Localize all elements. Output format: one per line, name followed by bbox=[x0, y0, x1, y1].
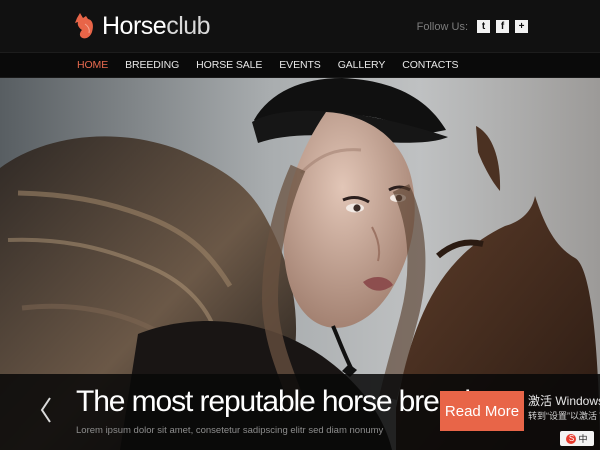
follow-us-label: Follow Us: bbox=[416, 20, 468, 33]
read-more-button[interactable]: Read More bbox=[440, 391, 524, 431]
follow-us: Follow Us: t f + bbox=[417, 20, 528, 33]
nav-contacts[interactable]: CONTACTS bbox=[402, 59, 458, 71]
ime-language-label: 中 bbox=[578, 434, 588, 444]
nav-horse-sale[interactable]: HORSE SALE bbox=[196, 59, 262, 71]
activation-overlay-title: 激活 Windows bbox=[528, 394, 600, 408]
hero-subtitle: Lorem ipsum dolor sit amet, consetetur s… bbox=[76, 425, 384, 436]
site-logo[interactable]: Horseclub bbox=[74, 8, 211, 44]
nav-gallery[interactable]: GALLERY bbox=[338, 59, 386, 71]
sogou-icon: S bbox=[566, 433, 577, 444]
slider-prev-arrow-icon[interactable] bbox=[38, 396, 54, 424]
nav-home[interactable]: HOME bbox=[77, 59, 108, 71]
twitter-icon[interactable]: t bbox=[477, 20, 490, 33]
nav-events[interactable]: EVENTS bbox=[279, 59, 321, 71]
ime-indicator[interactable]: S 中 bbox=[560, 431, 594, 446]
logo-text-horse: Horse bbox=[102, 11, 167, 40]
main-nav: HOME BREEDING HORSE SALE EVENTS GALLERY … bbox=[0, 53, 600, 78]
facebook-icon[interactable]: f bbox=[496, 20, 509, 33]
logo-text: Horseclub bbox=[102, 11, 211, 40]
plus-icon[interactable]: + bbox=[515, 20, 528, 33]
header: Horseclub Follow Us: t f + bbox=[0, 0, 600, 53]
nav-breeding[interactable]: BREEDING bbox=[125, 59, 179, 71]
logo-text-club: club bbox=[166, 11, 211, 40]
hero-headline: The most reputable horse breeder bbox=[76, 385, 495, 418]
horse-head-logo-icon bbox=[75, 13, 93, 39]
activation-overlay-subtitle: 转到“设置”以激活 W bbox=[528, 411, 600, 421]
